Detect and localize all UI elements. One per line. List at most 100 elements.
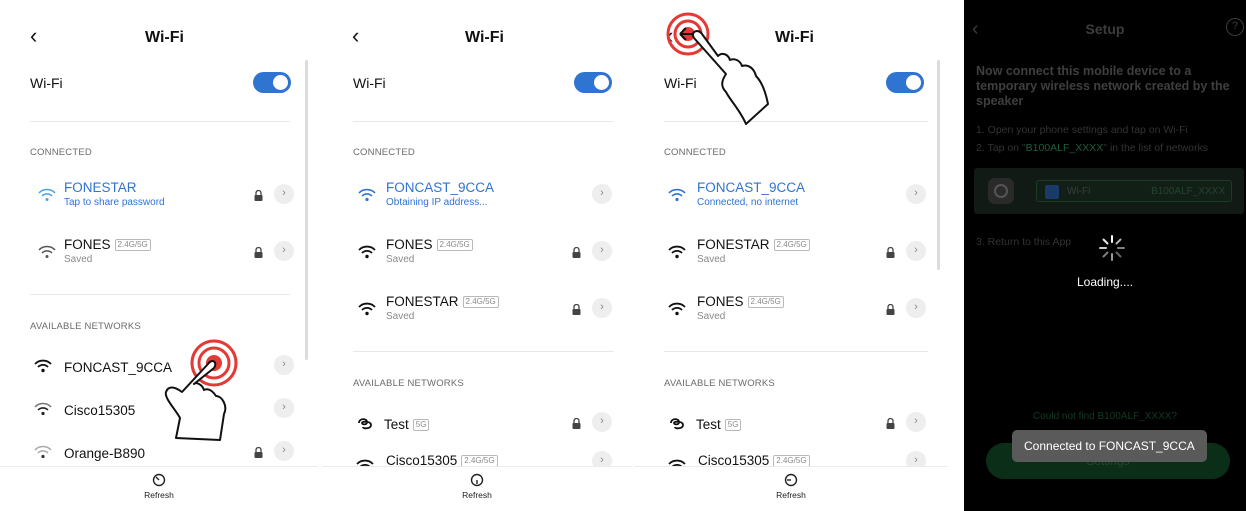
network-details-chevron-icon[interactable]: › bbox=[906, 412, 926, 432]
wifi-signal-icon bbox=[668, 188, 686, 202]
refresh-icon bbox=[470, 473, 484, 487]
page-title: Wi-Fi bbox=[465, 29, 504, 46]
network-details-chevron-icon[interactable]: › bbox=[274, 398, 294, 418]
network-status: Tap to share password bbox=[64, 197, 165, 208]
page-title: Setup bbox=[1085, 21, 1125, 37]
tap-gesture-hand-icon bbox=[164, 339, 238, 441]
network-item-fones[interactable]: FONES 2.4G/5G Saved › bbox=[358, 237, 614, 273]
bottom-bar: Refresh bbox=[322, 466, 632, 511]
step-2: 2. Tap on "B100ALF_XXXX" in the list of … bbox=[976, 142, 1208, 154]
divider bbox=[30, 121, 290, 122]
section-header-connected: CONNECTED bbox=[353, 147, 415, 158]
network-details-chevron-icon[interactable]: › bbox=[274, 355, 294, 375]
network-name: FONESTAR 2.4G/5G bbox=[697, 237, 810, 252]
wifi-toggle[interactable] bbox=[574, 72, 612, 93]
network-status: Saved bbox=[697, 254, 726, 265]
network-item-fones[interactable]: FONES 2.4G/5G Saved › bbox=[38, 237, 296, 273]
network-highlight: B100ALF_XXXX bbox=[1025, 142, 1104, 154]
network-details-chevron-icon[interactable]: › bbox=[274, 184, 294, 204]
refresh-icon bbox=[152, 473, 166, 487]
lock-icon bbox=[254, 190, 263, 201]
band-badge: 2.4G/5G bbox=[114, 239, 151, 251]
network-details-chevron-icon[interactable]: › bbox=[906, 184, 926, 204]
refresh-label: Refresh bbox=[462, 490, 492, 500]
network-details-chevron-icon[interactable]: › bbox=[592, 184, 612, 204]
back-arrow-icon[interactable]: ‹ bbox=[30, 25, 37, 47]
network-name: Cisco15305 bbox=[64, 403, 136, 418]
network-details-chevron-icon[interactable]: › bbox=[906, 298, 926, 318]
network-name: FONESTAR bbox=[64, 180, 137, 195]
network-item-test[interactable]: Test 5G › bbox=[356, 408, 614, 444]
section-header-available: AVAILABLE NETWORKS bbox=[30, 321, 141, 332]
wifi-signal-icon bbox=[358, 302, 376, 316]
setup-screen: ‹ Setup ? Now connect this mobile device… bbox=[964, 0, 1246, 511]
refresh-button[interactable]: Refresh bbox=[129, 473, 189, 500]
step-3: 3. Return to this App bbox=[976, 236, 1072, 248]
not-found-link[interactable]: Could not find B100ALF_XXXX? bbox=[964, 411, 1246, 422]
wifi-signal-icon bbox=[38, 188, 56, 201]
wifi-illustration-network: B100ALF_XXXX bbox=[1151, 186, 1225, 197]
page-title: Wi-Fi bbox=[775, 29, 814, 46]
lock-icon bbox=[886, 304, 895, 315]
refresh-label: Refresh bbox=[144, 490, 174, 500]
scrollbar[interactable] bbox=[305, 60, 308, 360]
help-icon[interactable]: ? bbox=[1226, 18, 1244, 36]
network-item-fonestar[interactable]: FONESTAR 2.4G/5G Saved › bbox=[668, 237, 926, 273]
section-header-available: AVAILABLE NETWORKS bbox=[664, 378, 775, 389]
network-status: Obtaining IP address... bbox=[386, 197, 488, 208]
section-header-available: AVAILABLE NETWORKS bbox=[353, 378, 464, 389]
divider bbox=[353, 351, 614, 352]
wifi-signal-icon bbox=[34, 445, 52, 459]
network-details-chevron-icon[interactable]: › bbox=[592, 298, 612, 318]
lock-icon bbox=[886, 247, 895, 258]
network-name: FONES 2.4G/5G bbox=[386, 237, 473, 252]
network-name: Test 5G bbox=[696, 417, 742, 432]
lock-icon bbox=[572, 304, 581, 315]
refresh-button[interactable]: Refresh bbox=[447, 473, 507, 500]
network-details-chevron-icon[interactable]: › bbox=[906, 241, 926, 261]
network-item-fonestar[interactable]: FONESTAR Tap to share password › bbox=[38, 180, 296, 216]
wifi-settings-screen-3: ‹ Wi-Fi Wi-Fi CONNECTED FONCAST_9CCA Con… bbox=[634, 0, 948, 511]
lock-icon bbox=[254, 447, 263, 458]
refresh-icon bbox=[784, 473, 798, 487]
wifi-settings-screen-1: ‹ Wi-Fi Wi-Fi CONNECTED FONESTAR Tap to … bbox=[0, 0, 318, 511]
network-name: FONESTAR 2.4G/5G bbox=[386, 294, 499, 309]
divider bbox=[664, 351, 928, 352]
page-title: Wi-Fi bbox=[145, 29, 184, 46]
band-badge: 5G bbox=[412, 419, 430, 431]
refresh-button[interactable]: Refresh bbox=[761, 473, 821, 500]
scrollbar[interactable] bbox=[937, 60, 940, 270]
band-badge: 2.4G/5G bbox=[747, 296, 784, 308]
network-details-chevron-icon[interactable]: › bbox=[274, 441, 294, 461]
wifi-toggle[interactable] bbox=[886, 72, 924, 93]
network-status: Saved bbox=[386, 254, 415, 265]
network-name: FONCAST_9CCA bbox=[697, 180, 806, 195]
step-1: 1. Open your phone settings and tap on W… bbox=[976, 124, 1188, 136]
network-details-chevron-icon[interactable]: › bbox=[274, 241, 294, 261]
wifi-illustration-label: Wi-Fi bbox=[1067, 186, 1091, 197]
wifi-toggle[interactable] bbox=[253, 72, 291, 93]
wifi-signal-icon bbox=[668, 245, 686, 259]
network-name: FONES 2.4G/5G bbox=[697, 294, 784, 309]
network-item-fones[interactable]: FONES 2.4G/5G Saved › bbox=[668, 294, 926, 330]
wifi-signal-icon bbox=[38, 245, 56, 258]
network-item-foncast[interactable]: FONCAST_9CCA Obtaining IP address... › bbox=[358, 180, 614, 216]
network-item-test[interactable]: Test 5G › bbox=[668, 408, 926, 444]
network-name: Test 5G bbox=[384, 417, 430, 432]
lock-icon bbox=[572, 418, 581, 429]
bottom-bar: Refresh bbox=[0, 466, 318, 511]
network-item-foncast[interactable]: FONCAST_9CCA Connected, no internet › bbox=[668, 180, 926, 216]
loading-spinner-icon bbox=[1099, 235, 1125, 261]
network-item-fonestar[interactable]: FONESTAR 2.4G/5G Saved › bbox=[358, 294, 614, 330]
wifi-illustration-box: Wi-Fi B100ALF_XXXX bbox=[1036, 180, 1232, 202]
wifi-toggle-label: Wi-Fi bbox=[30, 75, 63, 91]
wifi-settings-screen-2: ‹ Wi-Fi Wi-Fi CONNECTED FONCAST_9CCA Obt… bbox=[322, 0, 632, 511]
loading-label: Loading.... bbox=[1076, 275, 1134, 289]
network-details-chevron-icon[interactable]: › bbox=[592, 412, 612, 432]
section-header-connected: CONNECTED bbox=[664, 147, 726, 158]
network-status: Connected, no internet bbox=[697, 197, 799, 208]
wifi-app-icon bbox=[1045, 185, 1059, 199]
band-badge: 5G bbox=[724, 419, 742, 431]
network-details-chevron-icon[interactable]: › bbox=[592, 241, 612, 261]
back-arrow-icon[interactable]: ‹ bbox=[352, 25, 359, 47]
